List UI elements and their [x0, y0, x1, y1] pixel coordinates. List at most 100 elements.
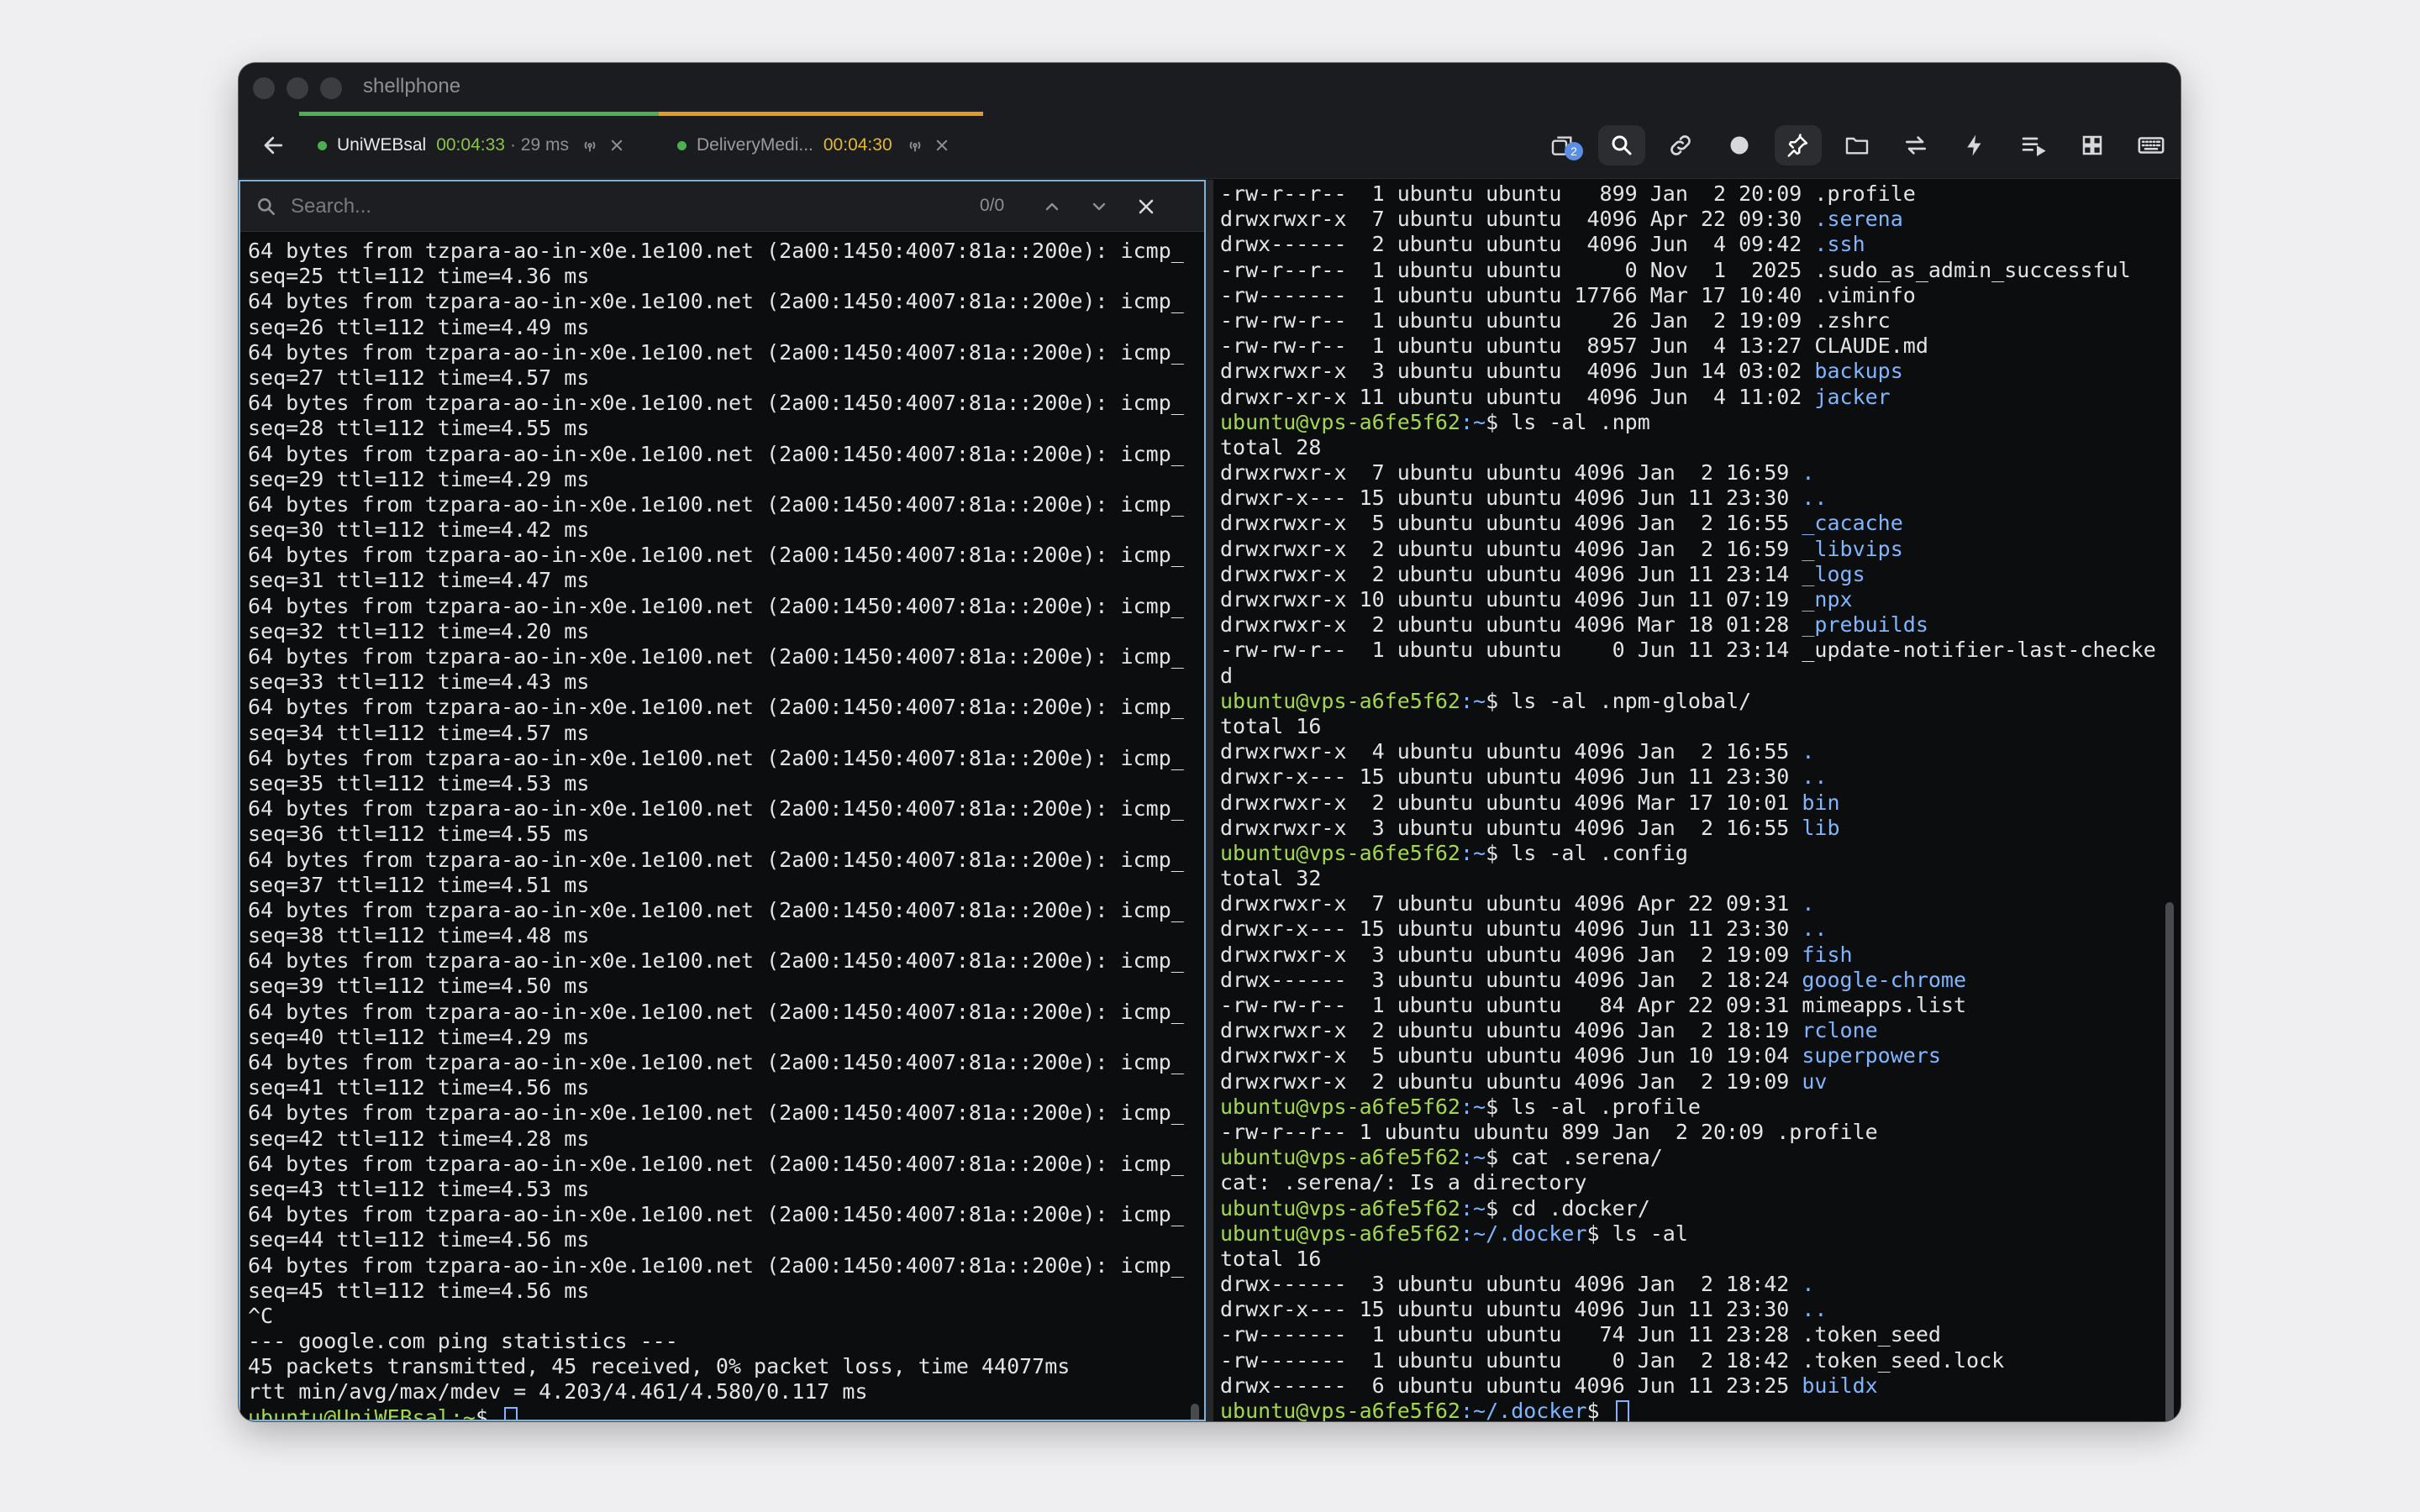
- directory-name[interactable]: _cacache: [1802, 511, 1902, 535]
- terminal-line: seq=35 ttl=112 time=4.53 ms: [248, 770, 590, 795]
- directory-name[interactable]: google-chrome: [1802, 968, 1966, 992]
- directory-name[interactable]: ..: [1802, 486, 1827, 510]
- terminal-line: -rw-rw-r-- 1 ubuntu ubuntu 84 Apr 22 09:…: [1220, 993, 2181, 1018]
- directory-name[interactable]: _logs: [1802, 562, 1865, 586]
- listing-attributes: drwx------ 6 ubuntu ubuntu 4096 Jun 11 2…: [1220, 1373, 1802, 1398]
- terminal-line: 64 bytes from tzpara-ao-in-x0e.1e100.net…: [248, 339, 1184, 365]
- close-window-button[interactable]: [253, 77, 275, 99]
- terminal-line: 64 bytes from tzpara-ao-in-x0e.1e100.net…: [248, 543, 1184, 568]
- keyboard-icon: [2138, 137, 2165, 154]
- directory-name[interactable]: ..: [1802, 1297, 1827, 1321]
- prompt-symbol: $: [1586, 1399, 1612, 1421]
- queue-button[interactable]: [2010, 125, 2057, 165]
- pin-button[interactable]: [1775, 125, 1822, 165]
- directory-name[interactable]: jacker: [1814, 385, 1890, 409]
- directory-name[interactable]: rclone: [1802, 1018, 1877, 1042]
- file-name[interactable]: .sudo_as_admin_successful: [1814, 258, 2130, 282]
- keyboard-button[interactable]: [2128, 125, 2175, 165]
- terminal-pane-left[interactable]: 0/0 64 bytes from tzpara-ao-in-x0e.1e100…: [239, 180, 1206, 1421]
- command-text: $ ls -al .profile: [1486, 1094, 1701, 1119]
- terminal-pane-right[interactable]: -rw-r--r-- 1 ubuntu ubuntu 899 Jan 2 20:…: [1213, 180, 2181, 1421]
- terminal-line: seq=34 ttl=112 time=4.57 ms: [248, 720, 590, 745]
- zoom-window-button[interactable]: [320, 77, 342, 99]
- close-icon: [611, 139, 623, 151]
- pane-divider[interactable]: [1206, 180, 1213, 1421]
- directory-name[interactable]: backups: [1814, 359, 1902, 383]
- directory-name[interactable]: _prebuilds: [1802, 612, 1928, 637]
- listing-attributes: drwxrwxr-x 7 ubuntu ubuntu 4096 Jan 2 16…: [1220, 460, 1802, 486]
- terminal-line: ubuntu@vps-a6fe5f62:~$ cd .docker/: [1220, 1196, 2181, 1221]
- directory-name[interactable]: superpowers: [1802, 1043, 1941, 1068]
- snippets-button[interactable]: [1951, 125, 1998, 165]
- previous-match-button[interactable]: [1032, 186, 1072, 227]
- command-text: $ ls -al .npm: [1486, 409, 1650, 434]
- directory-name[interactable]: .: [1802, 1272, 1814, 1296]
- directory-name[interactable]: lib: [1802, 816, 1839, 840]
- terminal-line: seq=39 ttl=112 time=4.50 ms: [248, 974, 590, 999]
- scrollbar-left[interactable]: [1191, 1404, 1199, 1420]
- tab-active-bar: [299, 112, 659, 116]
- next-match-button[interactable]: [1079, 186, 1119, 227]
- listing-attributes: drwxrwxr-x 3 ubuntu ubuntu 4096 Jan 2 16…: [1220, 815, 1802, 840]
- terminal-line: d: [1220, 664, 2181, 689]
- file-name[interactable]: .profile: [1814, 181, 1915, 206]
- link-button[interactable]: [1657, 125, 1704, 165]
- pin-icon: [1787, 134, 1808, 157]
- transfer-button[interactable]: [1892, 125, 1939, 165]
- terminal-search-bar: 0/0: [240, 181, 1204, 232]
- command-text: $ ls -al: [1586, 1221, 1688, 1246]
- directory-name[interactable]: .: [1802, 460, 1814, 485]
- files-button[interactable]: [1833, 125, 1881, 165]
- file-name[interactable]: .token_seed: [1802, 1322, 1941, 1347]
- terminal-line: total 32: [1220, 866, 2181, 891]
- prompt-cwd: :~/.docker: [1460, 1399, 1587, 1421]
- directory-name[interactable]: _npx: [1802, 587, 1852, 612]
- layout-button[interactable]: [2069, 125, 2116, 165]
- sessions-button[interactable]: 2: [1539, 125, 1586, 165]
- file-name[interactable]: CLAUDE.md: [1814, 333, 1928, 358]
- directory-name[interactable]: ..: [1802, 916, 1827, 941]
- terminal-cursor: [1615, 1400, 1629, 1421]
- file-name[interactable]: .viminfo: [1814, 283, 1915, 307]
- file-name[interactable]: .zshrc: [1814, 308, 1890, 333]
- directory-name[interactable]: .serena: [1814, 207, 1902, 231]
- terminal-line: 64 bytes from tzpara-ao-in-x0e.1e100.net…: [248, 745, 1184, 770]
- directory-name[interactable]: .ssh: [1814, 232, 1865, 256]
- terminal-line: 64 bytes from tzpara-ao-in-x0e.1e100.net…: [248, 644, 1184, 669]
- search-button[interactable]: [1598, 125, 1645, 165]
- tab-uniwebsal[interactable]: UniWEBsal 00:04:33 · 29 ms: [299, 112, 659, 179]
- tab-label: DeliveryMedi...: [697, 135, 813, 155]
- directory-name[interactable]: fish: [1802, 942, 1852, 967]
- terminal-prompt-left: ubuntu@UniWEBsal:~$: [248, 1405, 1204, 1420]
- file-name[interactable]: .token_seed.lock: [1802, 1348, 2004, 1373]
- terminal-line: drwxrwxr-x 2 ubuntu ubuntu 4096 Jan 2 18…: [1220, 1018, 2181, 1043]
- file-name[interactable]: mimeapps.list: [1802, 993, 1966, 1017]
- status-dot: [677, 140, 687, 150]
- listing-attributes: -rw-rw-r-- 1 ubuntu ubuntu 84 Apr 22 09:…: [1220, 993, 1802, 1017]
- tab-deliverymedi[interactable]: DeliveryMedi... 00:04:30: [659, 112, 983, 179]
- back-button[interactable]: [254, 125, 294, 165]
- directory-name[interactable]: .: [1802, 739, 1814, 764]
- file-name[interactable]: _update-notifier-last-checke: [1802, 638, 2155, 662]
- directory-name[interactable]: _libvips: [1802, 537, 1902, 561]
- scrollbar-right[interactable]: [2165, 902, 2174, 1421]
- directory-name[interactable]: buildx: [1802, 1373, 1877, 1398]
- close-search-button[interactable]: [1126, 186, 1166, 227]
- terminal-line: 64 bytes from tzpara-ao-in-x0e.1e100.net…: [248, 491, 1184, 517]
- close-tab-button[interactable]: [934, 138, 950, 153]
- terminal-line: -rw-r--r-- 1 ubuntu ubuntu 899 Jan 2 20:…: [1220, 1120, 2181, 1145]
- search-input[interactable]: [291, 194, 980, 218]
- terminal-line: 45 packets transmitted, 45 received, 0% …: [248, 1354, 1071, 1379]
- terminal-line: drwxrwxr-x 5 ubuntu ubuntu 4096 Jun 10 1…: [1220, 1043, 2181, 1068]
- directory-name[interactable]: .: [1802, 891, 1814, 916]
- prompt-cwd: :~: [1460, 1145, 1486, 1170]
- directory-name[interactable]: ..: [1802, 764, 1827, 789]
- directory-name[interactable]: uv: [1802, 1069, 1827, 1094]
- close-tab-button[interactable]: [609, 138, 624, 153]
- record-icon: [1730, 136, 1749, 155]
- directory-name[interactable]: bin: [1802, 790, 1839, 815]
- terminal-line: drwxr-xr-x 11 ubuntu ubuntu 4096 Jun 4 1…: [1220, 385, 2181, 410]
- listing-attributes: -rw-rw-r-- 1 ubuntu ubuntu 8957 Jun 4 13…: [1220, 333, 1815, 359]
- minimize-window-button[interactable]: [287, 77, 308, 99]
- record-button[interactable]: [1716, 125, 1763, 165]
